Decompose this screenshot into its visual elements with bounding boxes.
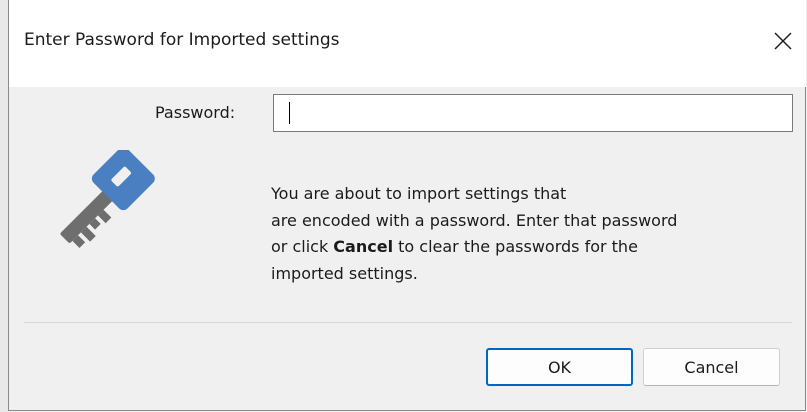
message-cancel-emphasis: Cancel	[333, 237, 394, 256]
title-bar: Enter Password for Imported settings	[9, 0, 806, 87]
password-label: Password:	[155, 103, 236, 122]
close-icon	[774, 32, 792, 50]
password-dialog: Enter Password for Imported settings Pas…	[8, 0, 806, 411]
message-line-3-prefix: or click	[271, 237, 334, 256]
cancel-button[interactable]: Cancel	[643, 348, 780, 386]
message-line-4: imported settings.	[271, 263, 418, 283]
message-line-3-suffix: to clear the passwords for the	[393, 237, 638, 256]
message-line-2: are encoded with a password. Enter that …	[271, 210, 678, 230]
divider	[24, 322, 792, 323]
message-line-3: or click Cancel to clear the passwords f…	[271, 234, 801, 261]
key-icon	[60, 150, 155, 248]
text-caret	[289, 102, 290, 124]
ok-button[interactable]: OK	[486, 348, 633, 386]
window-title: Enter Password for Imported settings	[24, 30, 340, 50]
message-line-1: You are about to import settings that	[271, 184, 567, 203]
password-input[interactable]	[273, 94, 793, 132]
info-message: You are about to import settings that ar…	[271, 181, 801, 287]
background-window-edge	[0, 0, 8, 412]
close-button[interactable]	[760, 18, 806, 64]
